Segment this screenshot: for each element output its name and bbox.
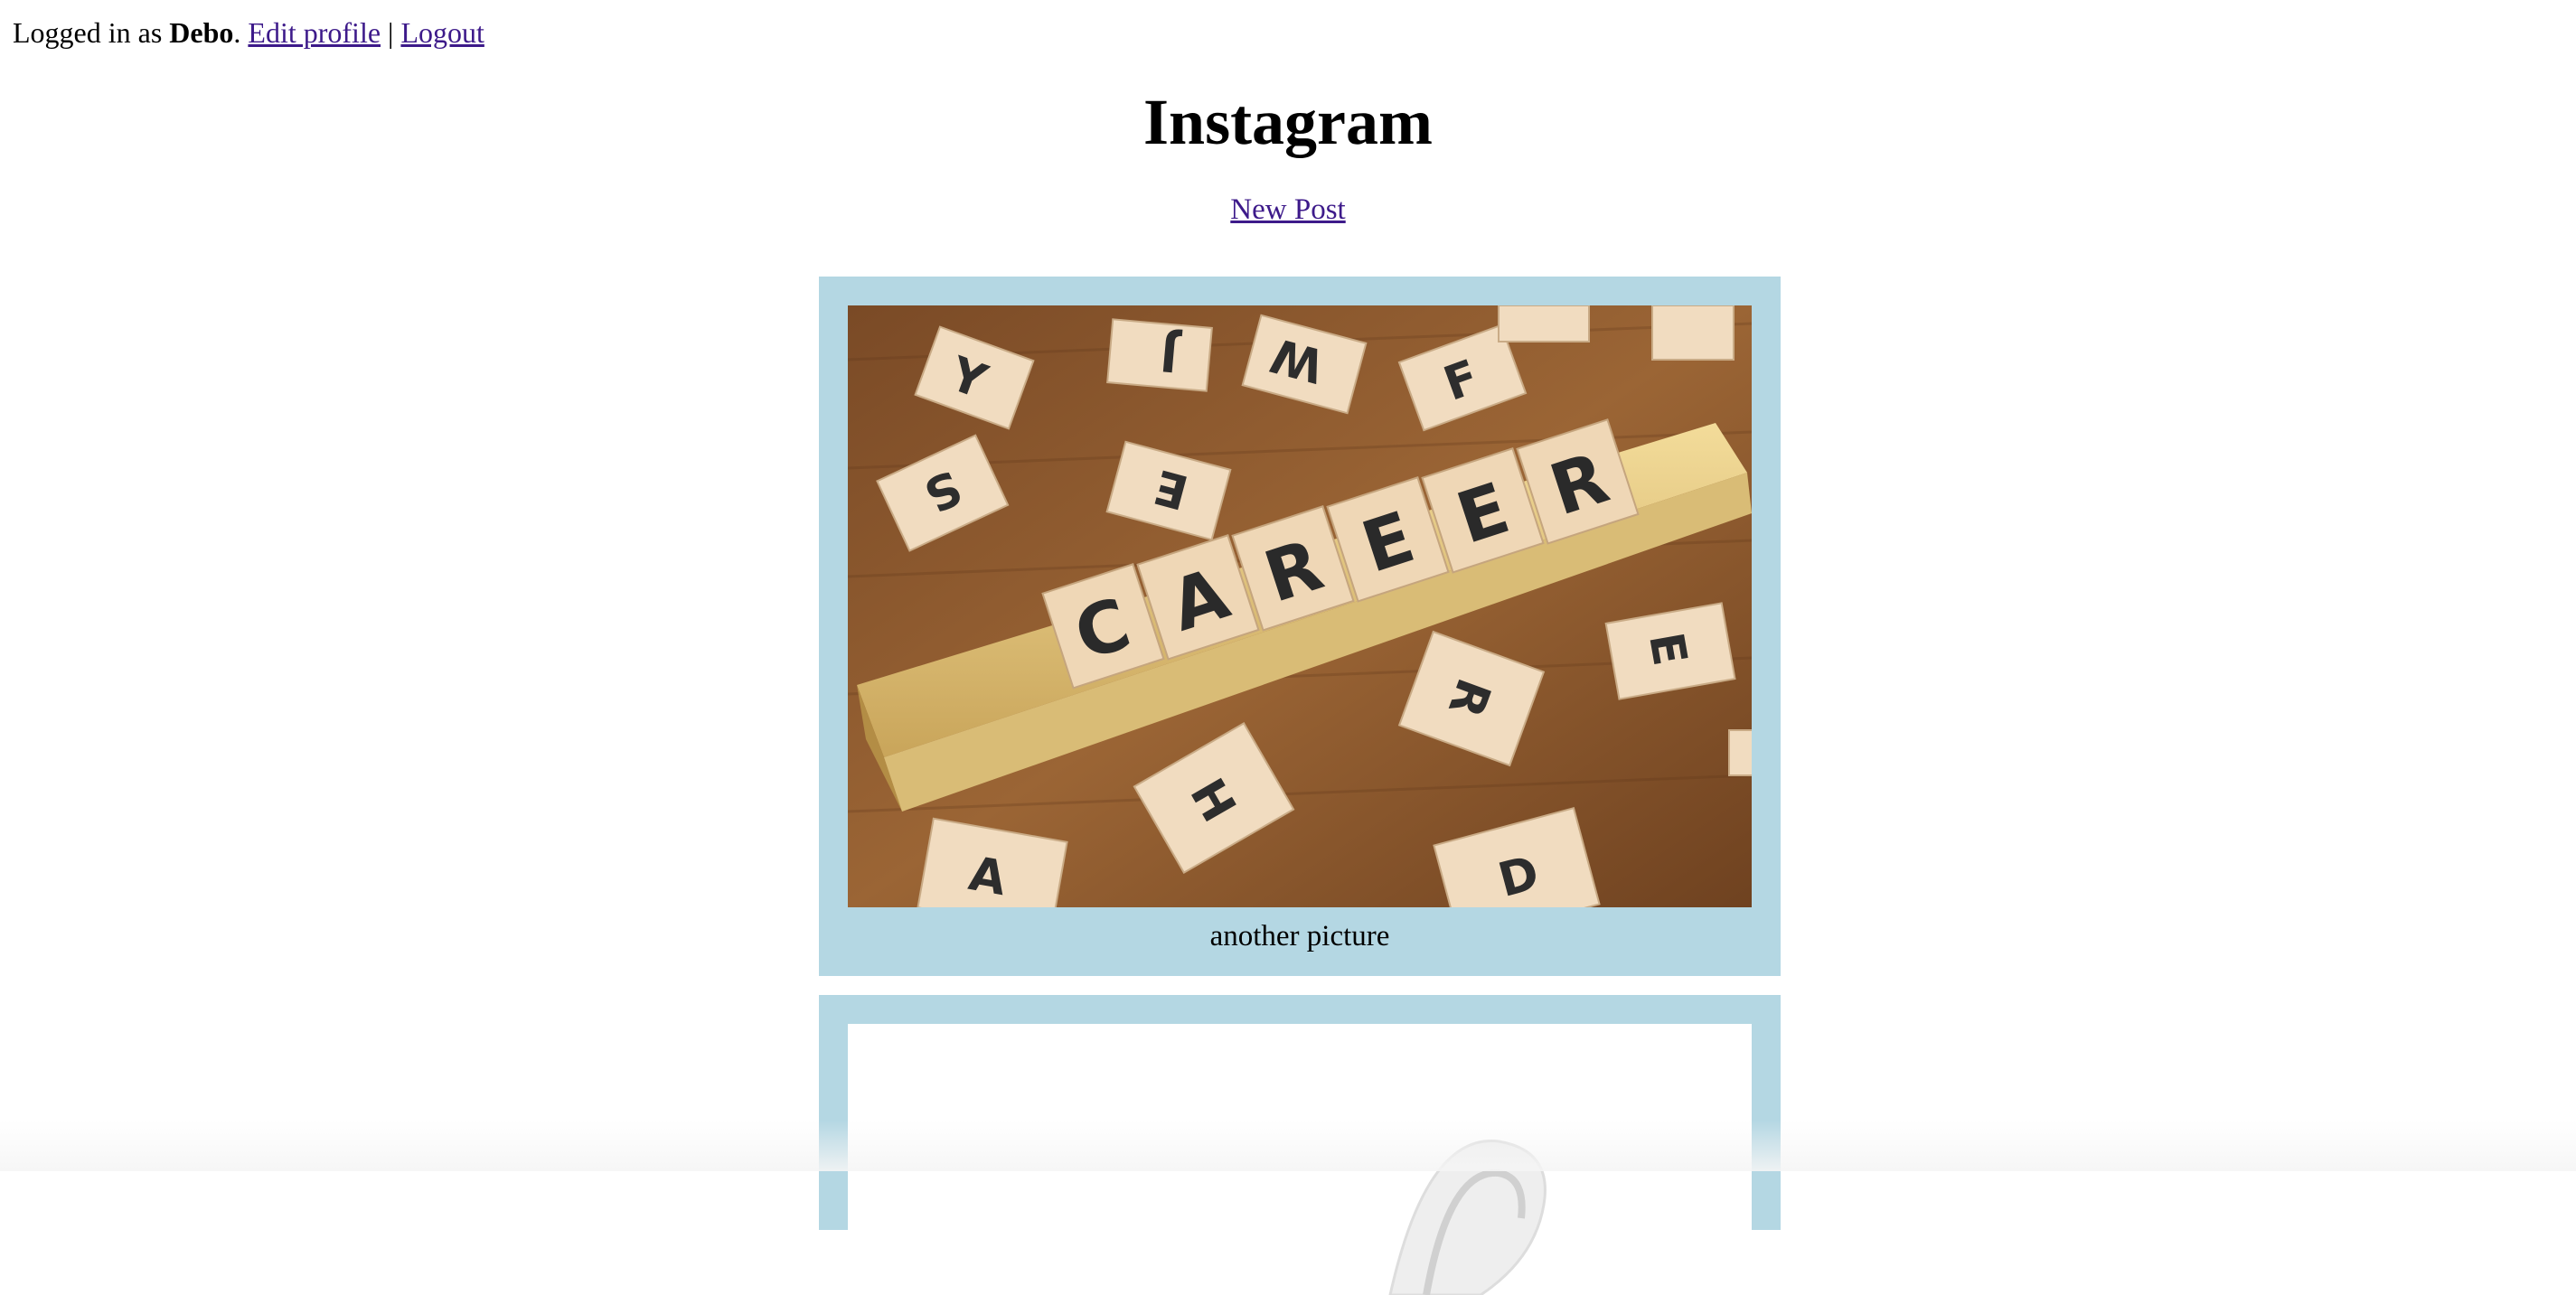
scrabble-career-photo: Y J W F S E R E H A D C A R E E R bbox=[848, 305, 1752, 907]
post-card bbox=[819, 995, 1781, 1295]
post-image[interactable] bbox=[848, 1024, 1752, 1295]
post-image[interactable]: Y J W F S E R E H A D C A R E E R bbox=[848, 305, 1752, 907]
logout-link[interactable]: Logout bbox=[400, 16, 484, 49]
username: Debo bbox=[169, 16, 234, 49]
separator: | bbox=[381, 16, 401, 49]
username-suffix: . bbox=[233, 16, 241, 49]
new-post-container: New Post bbox=[0, 188, 2576, 231]
white-object-photo bbox=[848, 1024, 1752, 1295]
page-title: Instagram bbox=[1143, 86, 1433, 158]
post-card: Y J W F S E R E H A D C A R E E R anothe… bbox=[819, 277, 1781, 976]
post-caption: another picture bbox=[1209, 920, 1390, 952]
new-post-link[interactable]: New Post bbox=[1230, 193, 1345, 226]
logged-in-prefix: Logged in as bbox=[13, 16, 170, 49]
user-bar: Logged in as Debo. Edit profile | Logout bbox=[13, 11, 484, 54]
edit-profile-link[interactable]: Edit profile bbox=[248, 16, 381, 49]
